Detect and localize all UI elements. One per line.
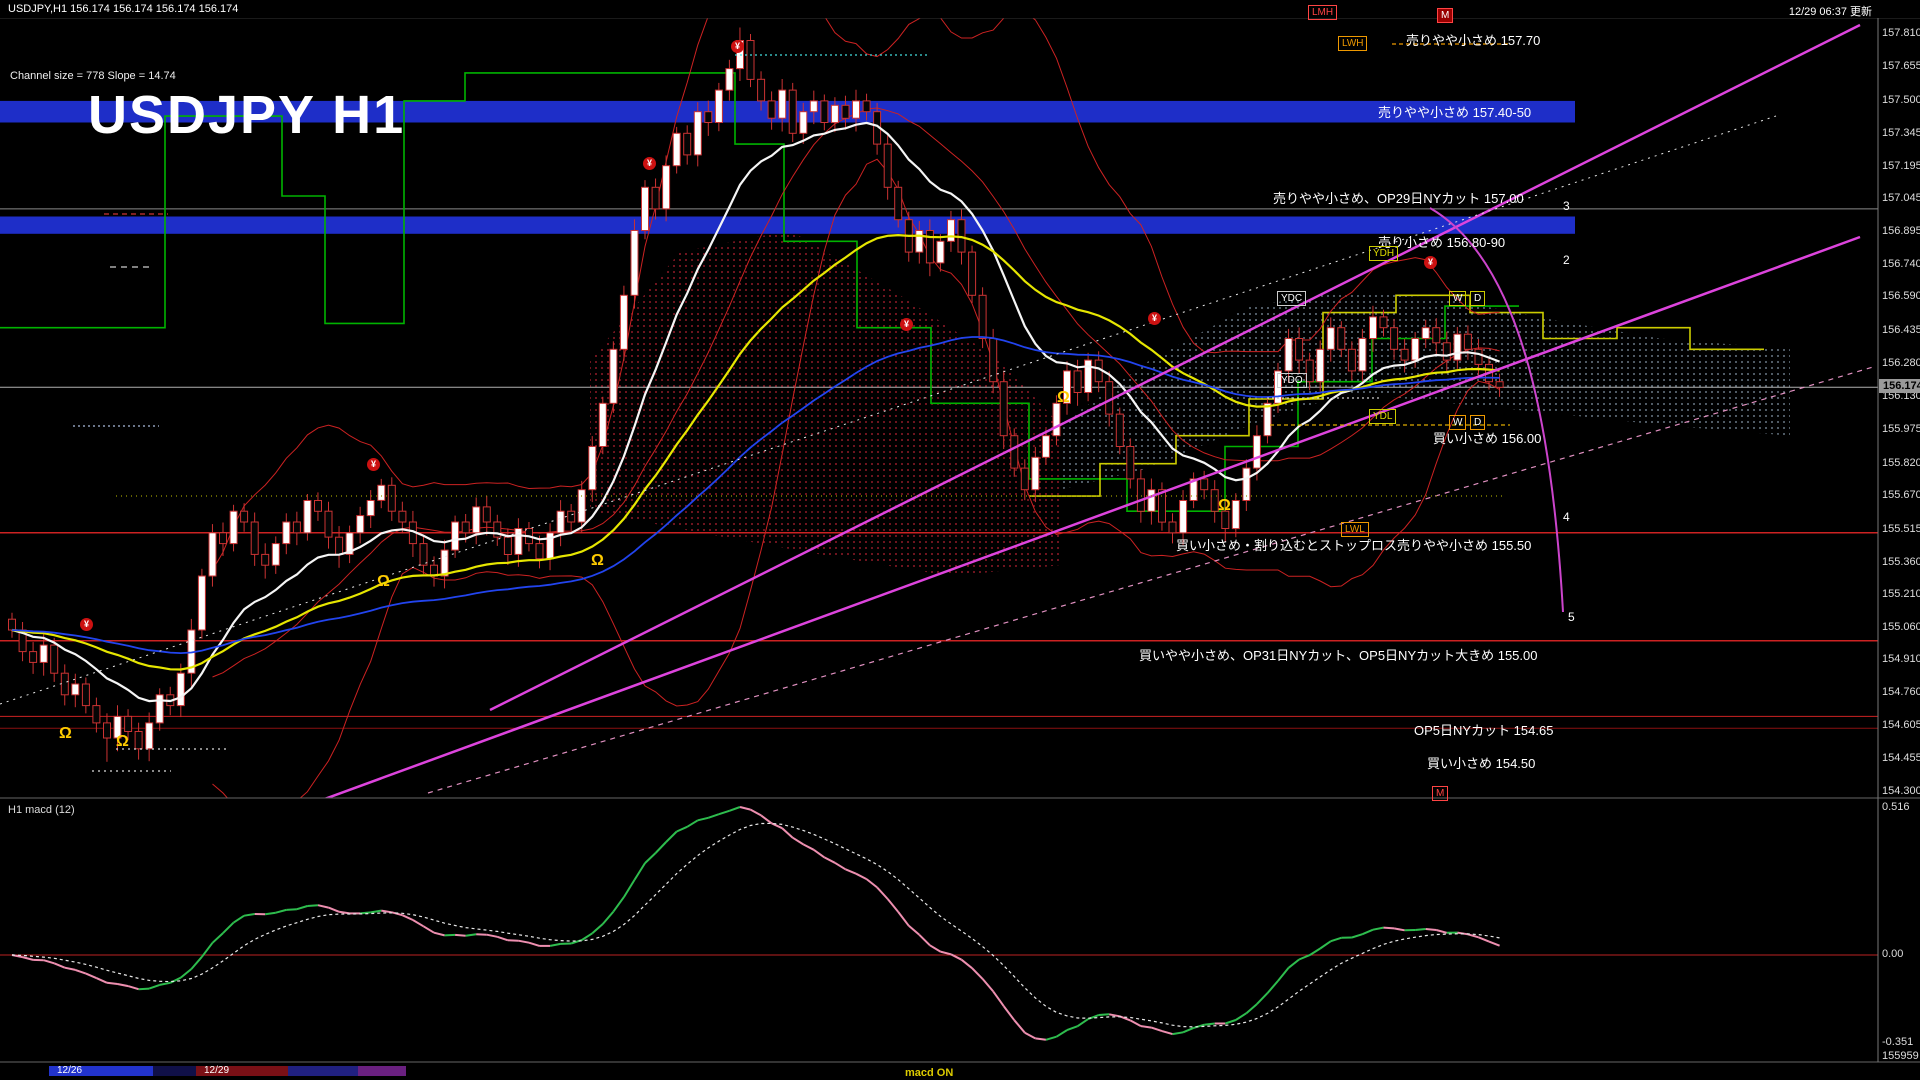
- price-axis-label[interactable]: 155.060: [1882, 621, 1920, 633]
- level-box-ydh: YDH: [1369, 246, 1399, 261]
- channel-line-number: 2: [1563, 253, 1570, 267]
- price-axis-label[interactable]: 155.975: [1882, 423, 1920, 435]
- yen-marker: ¥: [367, 458, 380, 471]
- price-axis-label[interactable]: 157.500: [1882, 94, 1920, 106]
- date-label: 12/26: [57, 1065, 83, 1076]
- date-segment: [358, 1066, 406, 1076]
- price-annotation: 買い小さめ 156.00: [1433, 431, 1542, 446]
- level-box-m: M: [1432, 786, 1449, 801]
- yen-marker: ¥: [643, 157, 656, 170]
- price-axis-label[interactable]: 157.045: [1882, 192, 1920, 204]
- price-annotation: OP5日NYカット 154.65: [1414, 723, 1554, 738]
- channel-line-number: 3: [1563, 199, 1570, 213]
- price-axis-label[interactable]: 157.345: [1882, 127, 1920, 139]
- price-axis-label[interactable]: 156.280: [1882, 357, 1920, 369]
- macd-axis-label: 0.516: [1882, 801, 1910, 813]
- level-box-m: M: [1437, 8, 1454, 23]
- price-axis-label[interactable]: 154.455: [1882, 752, 1920, 764]
- level-box-ydc: YDC: [1277, 291, 1307, 306]
- macd-axis-label: 0.00: [1882, 948, 1904, 960]
- yen-marker: ¥: [80, 618, 93, 631]
- level-box-w: W: [1449, 291, 1467, 306]
- price-axis-label[interactable]: 155.360: [1882, 556, 1920, 568]
- level-box-lwl: LWL: [1341, 522, 1369, 537]
- level-box-ydl: YDL: [1369, 409, 1397, 424]
- yen-marker: ¥: [900, 318, 913, 331]
- price-axis-label[interactable]: 155.670: [1882, 489, 1920, 501]
- price-axis-label[interactable]: 156.895: [1882, 225, 1920, 237]
- price-axis-label[interactable]: 154.910: [1882, 653, 1920, 665]
- price-axis-label[interactable]: 154.760: [1882, 686, 1920, 698]
- omega-marker: Ω: [1057, 389, 1070, 406]
- date-segment: [153, 1066, 196, 1076]
- level-box-d: D: [1470, 415, 1486, 430]
- omega-marker: Ω: [59, 725, 72, 742]
- chart-overlays: 157.810 157.655 157.500 157.345 157.195 157.0…: [0, 0, 1920, 1080]
- level-box-lmh: LMH: [1308, 5, 1338, 20]
- level-box-lwh: LWH: [1338, 36, 1368, 51]
- price-annotation: 売りやや小さめ 157.40-50: [1378, 105, 1532, 120]
- price-annotation: 買いやや小さめ、OP31日NYカット、OP5日NYカット大きめ 155.00: [1139, 648, 1538, 663]
- price-axis-label[interactable]: 156.590: [1882, 290, 1920, 302]
- date-segment: [288, 1066, 358, 1076]
- price-axis-label[interactable]: 156.740: [1882, 258, 1920, 270]
- level-box-ydo: YDO: [1277, 373, 1307, 388]
- macd-axis-label: -0.351: [1882, 1036, 1914, 1048]
- price-axis-label[interactable]: 157.195: [1882, 160, 1920, 172]
- date-label: 12/29: [204, 1065, 230, 1076]
- level-box-w: W: [1449, 415, 1467, 430]
- price-annotation: 買い小さめ 154.50: [1427, 756, 1536, 771]
- mt4-chart-window: { "header": { "symbol_line": "USDJPY,H1 …: [0, 0, 1920, 1080]
- price-axis-label[interactable]: 154.300: [1882, 785, 1920, 797]
- price-axis-label[interactable]: 157.655: [1882, 60, 1920, 72]
- price-axis-label[interactable]: 154.605: [1882, 719, 1920, 731]
- price-axis-label[interactable]: 155.820: [1882, 457, 1920, 469]
- price-axis-label[interactable]: 156.435: [1882, 324, 1920, 336]
- omega-marker: Ω: [116, 733, 129, 750]
- price-annotation: 売りやや小さめ、OP29日NYカット 157.00: [1273, 191, 1524, 206]
- macd-axis-label: 155959: [1882, 1050, 1919, 1062]
- level-box-d: D: [1470, 291, 1486, 306]
- yen-marker: ¥: [1148, 312, 1161, 325]
- yen-marker: ¥: [1424, 256, 1437, 269]
- price-axis-label[interactable]: 155.515: [1882, 523, 1920, 535]
- omega-marker: Ω: [591, 552, 604, 569]
- yen-marker: ¥: [731, 40, 744, 53]
- channel-line-number: 4: [1563, 510, 1570, 524]
- current-price-tag: 156.174: [1879, 379, 1920, 393]
- price-annotation: 買い小さめ・割り込むとストップロス売りやや小さめ 155.50: [1176, 538, 1532, 553]
- price-axis-label[interactable]: 157.810: [1882, 27, 1920, 39]
- price-annotation: 売りやや小さめ 157.70: [1406, 33, 1541, 48]
- price-axis-label[interactable]: 155.210: [1882, 588, 1920, 600]
- omega-marker: Ω: [1218, 497, 1231, 514]
- omega-marker: Ω: [377, 573, 390, 590]
- channel-line-number: 5: [1568, 610, 1575, 624]
